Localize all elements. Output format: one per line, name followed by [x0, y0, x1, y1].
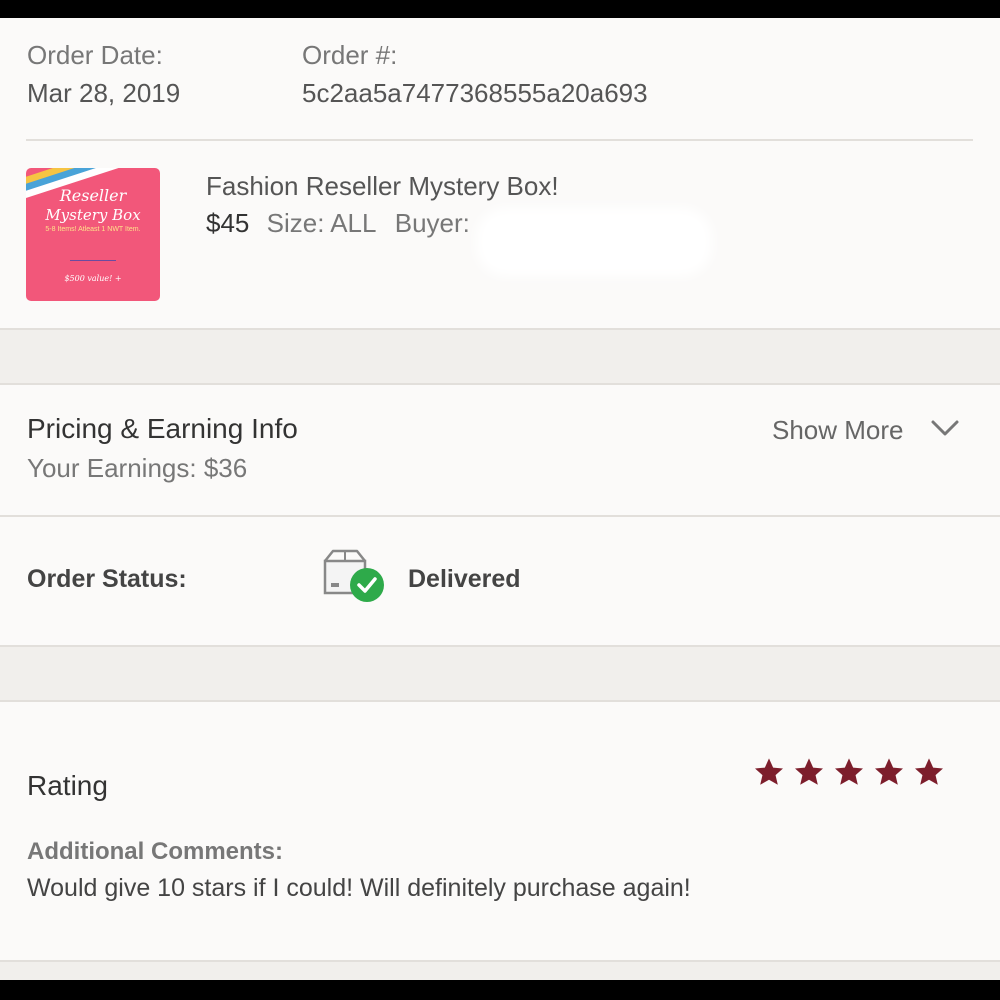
thumbnail-title-line2: Mystery Box	[45, 206, 141, 224]
earnings-text: Your Earnings: $36	[27, 453, 248, 483]
item-meta: $45 Size: ALL Buyer:	[206, 208, 470, 239]
item-thumbnail[interactable]: Reseller Mystery Box 5-8 Items! Atleast …	[26, 168, 160, 301]
star-icon	[795, 758, 823, 785]
section-divider	[0, 645, 1000, 647]
star-icon	[915, 758, 943, 785]
pricing-title: Pricing & Earning Info	[27, 413, 298, 444]
item-title[interactable]: Fashion Reseller Mystery Box!	[206, 171, 559, 202]
buyer-name-redaction	[476, 208, 712, 276]
item-size: Size: ALL	[266, 208, 376, 238]
item-price: $45	[206, 208, 250, 238]
order-card: Order Date: Mar 28, 2019 Order #: 5c2aa5…	[0, 18, 1000, 328]
order-number-value: 5c2aa5a7477368555a20a693	[302, 78, 648, 108]
order-details-screen: Order Date: Mar 28, 2019 Order #: 5c2aa5…	[0, 18, 1000, 980]
comments-text: Would give 10 stars if I could! Will def…	[27, 874, 691, 902]
thumbnail-divider	[70, 260, 116, 261]
comments-label: Additional Comments:	[27, 838, 283, 865]
section-divider	[0, 960, 1000, 962]
chevron-down-icon[interactable]	[930, 419, 960, 437]
show-more-label: Show More	[772, 415, 904, 445]
rating-label: Rating	[27, 770, 108, 801]
thumbnail-title-line1: Reseller	[59, 186, 127, 205]
thumbnail-subtitle: 5-8 Items! Atleast 1 NWT Item.	[45, 226, 141, 233]
order-header-divider	[26, 139, 973, 141]
section-divider	[0, 328, 1000, 330]
order-date-value: Mar 28, 2019	[27, 78, 181, 108]
order-date-label: Order Date:	[27, 40, 163, 70]
order-number-label: Order #:	[302, 40, 398, 70]
order-status-value: Delivered	[408, 565, 521, 593]
star-icon	[755, 758, 783, 785]
star-icon	[835, 758, 863, 785]
star-icon	[875, 758, 903, 785]
order-status-label: Order Status:	[27, 565, 187, 593]
thumbnail-value: $500 value! +	[64, 274, 122, 283]
status-card: Order Status: Delivered	[0, 517, 1000, 645]
show-more-button[interactable]: Show More	[772, 415, 904, 446]
delivered-box-icon	[323, 549, 384, 602]
buyer-label: Buyer:	[394, 208, 470, 238]
pricing-card: Pricing & Earning Info Your Earnings: $3…	[0, 385, 1000, 515]
rating-card: Rating Additional Comments: Would give 1…	[0, 702, 1000, 960]
